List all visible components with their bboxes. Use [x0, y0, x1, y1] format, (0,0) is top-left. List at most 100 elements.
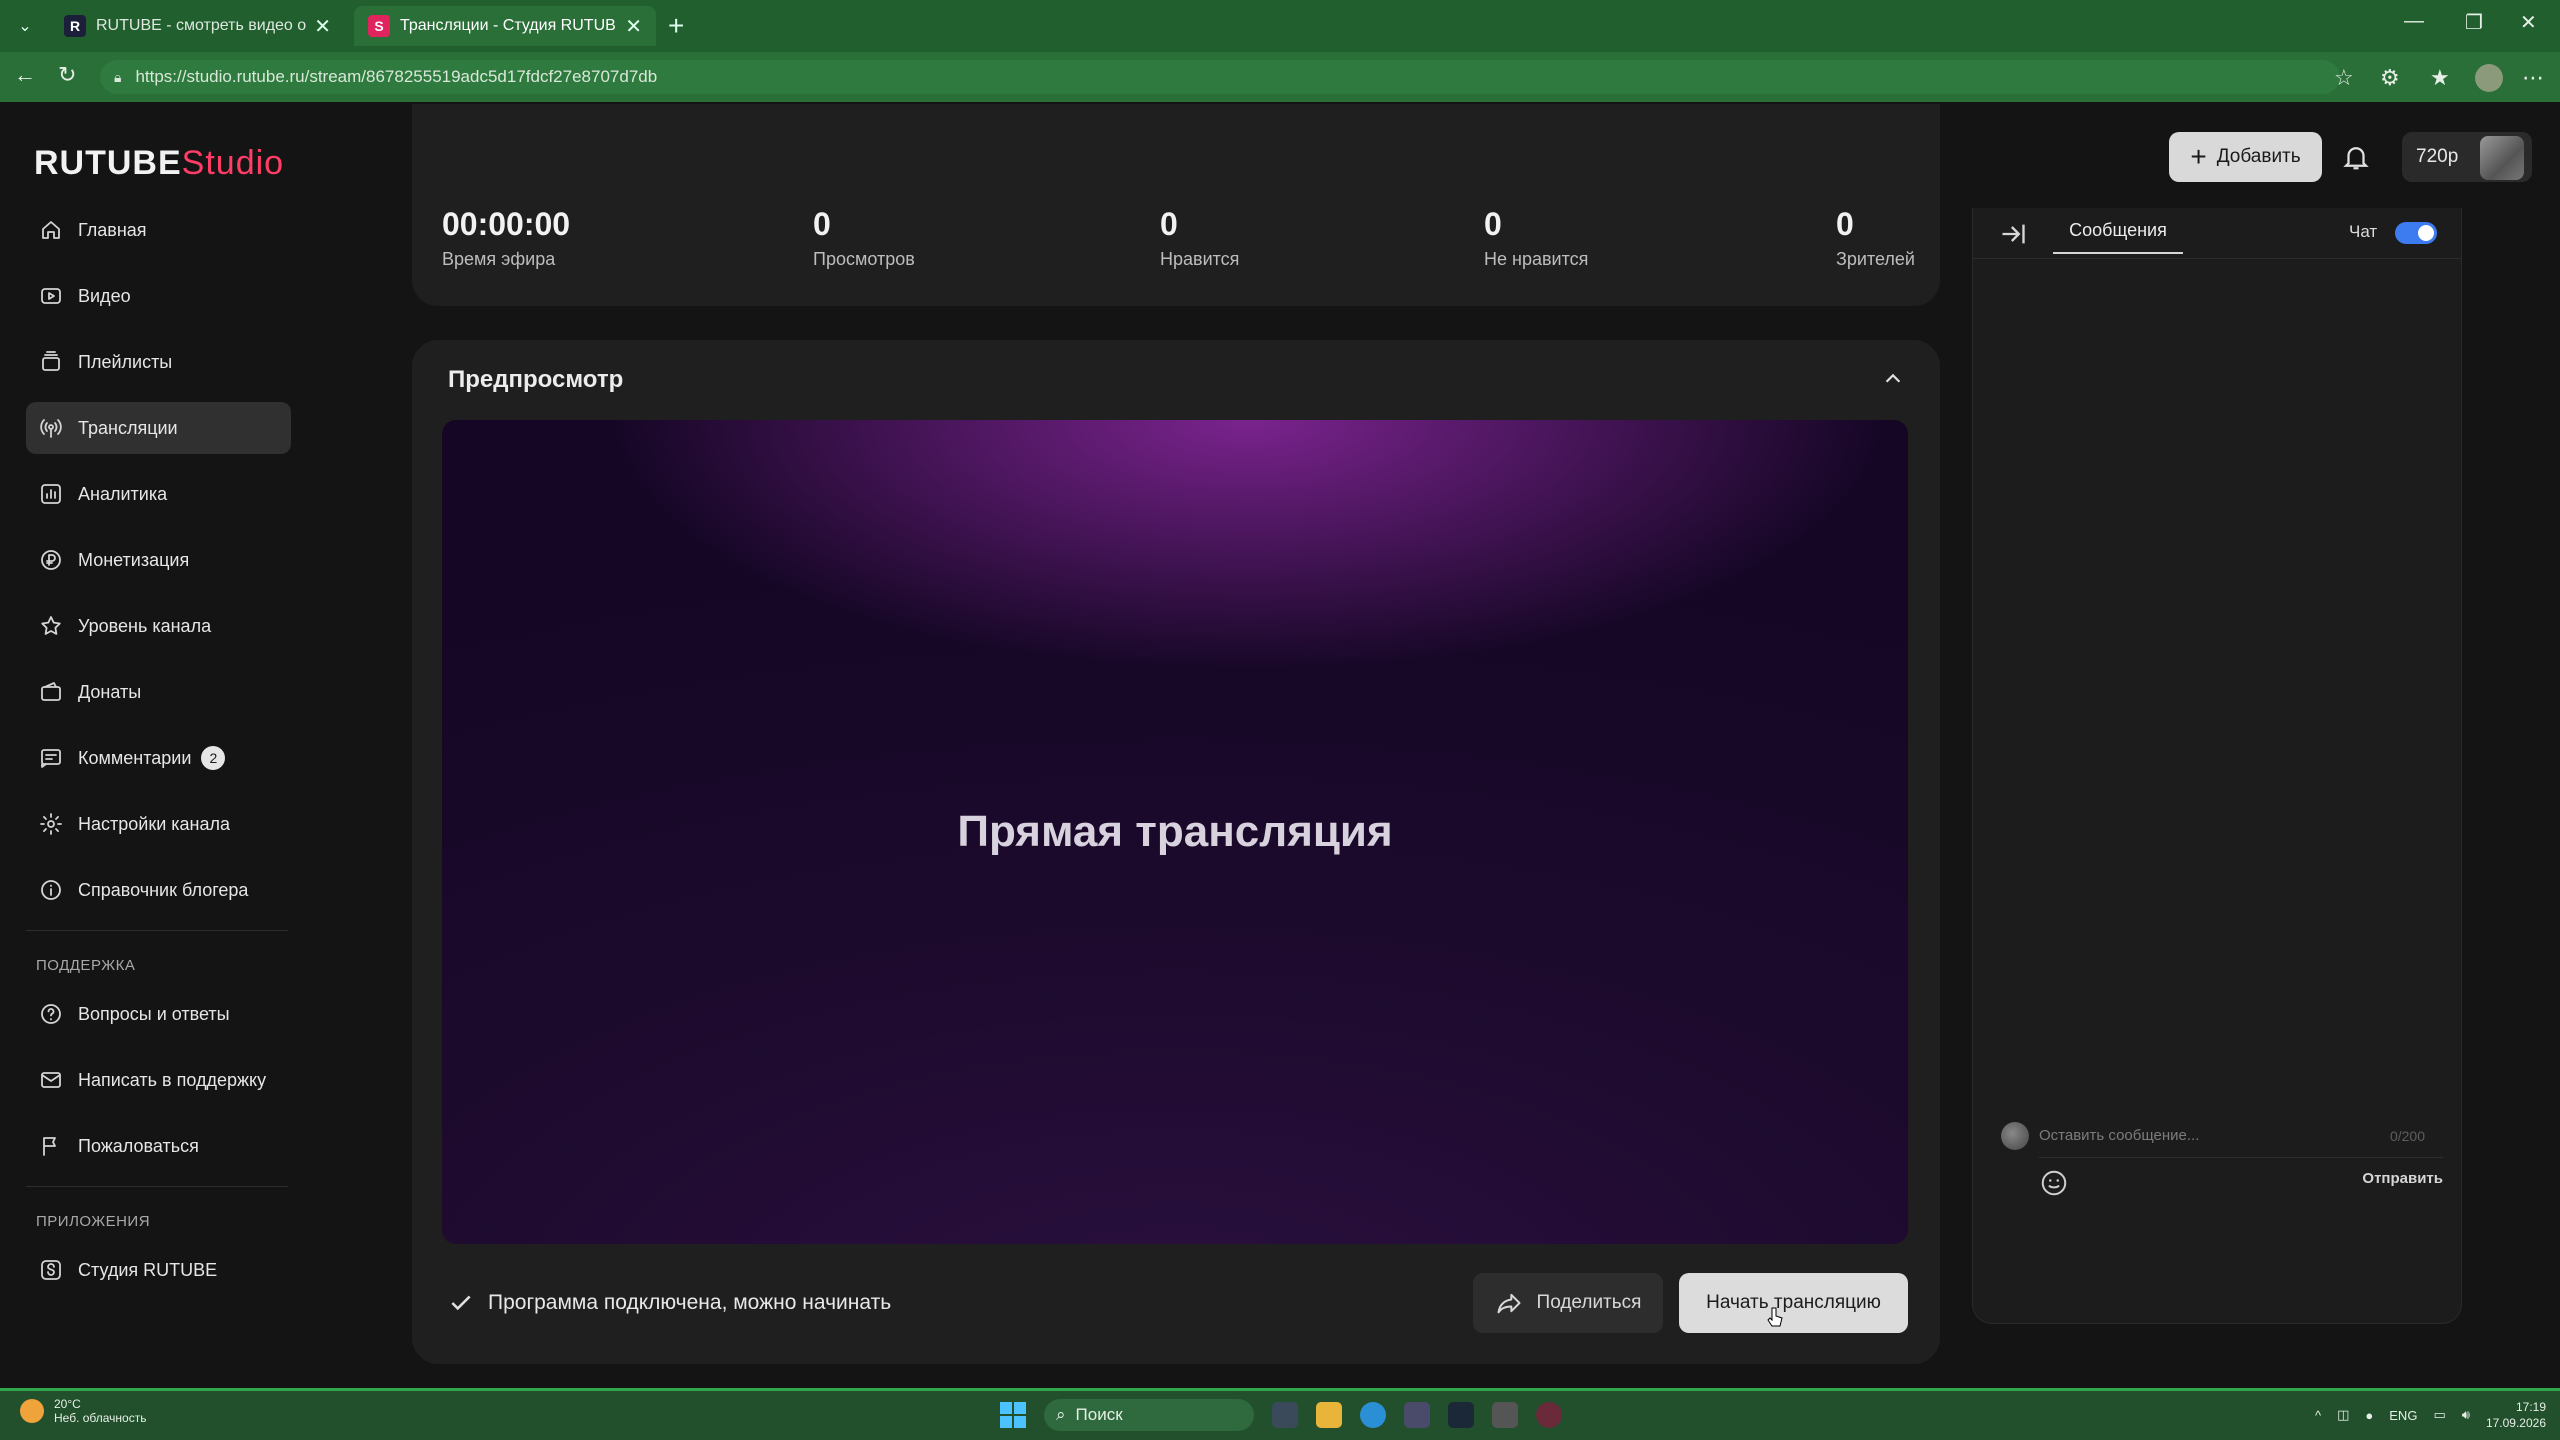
sidebar-item-label: Вопросы и ответы: [78, 1003, 230, 1024]
sidebar-item-analytics[interactable]: Аналитика: [26, 468, 291, 520]
sidebar-item-label: Настройки канала: [78, 813, 231, 834]
stat-value: 0: [1836, 206, 1854, 242]
start-button-icon[interactable]: [1000, 1402, 1026, 1428]
preview-panel: Предпросмотр Прямая трансляция Программа…: [412, 340, 1940, 1364]
analytics-icon: [38, 481, 64, 507]
back-icon[interactable]: ←: [14, 62, 36, 88]
network-icon[interactable]: ◫: [2337, 1407, 2349, 1423]
sidebar-item-label: Плейлисты: [78, 351, 173, 372]
browser-tab-rutube[interactable]: R RUTUBE - смотреть видео онлайн ✕: [50, 6, 345, 46]
app-icon[interactable]: [1536, 1402, 1562, 1428]
browser-profile-avatar[interactable]: [2475, 64, 2503, 92]
weather-icon: [20, 1399, 44, 1423]
steam-icon[interactable]: [1448, 1402, 1474, 1428]
quality-label: 720p: [2416, 146, 2459, 167]
tray-expand-icon[interactable]: ^: [2315, 1408, 2321, 1423]
stream-preview-video[interactable]: Прямая трансляция: [442, 420, 1908, 1244]
sidebar-item-wallet[interactable]: Донаты: [26, 666, 291, 718]
search-icon: ⌕: [1056, 1405, 1066, 1424]
question-icon: [38, 1001, 64, 1027]
profile-menu[interactable]: 720p: [2402, 132, 2532, 182]
close-window-icon[interactable]: ✕: [2520, 10, 2537, 35]
new-tab-icon[interactable]: +: [668, 10, 684, 42]
star-icon: [38, 613, 64, 639]
sidebar-item-mail[interactable]: Написать в поддержку: [26, 1054, 291, 1106]
chat-message-input[interactable]: Оставить сообщение... 0/200: [2039, 1114, 2443, 1158]
sidebar-item-studio[interactable]: Студия RUTUBE: [26, 1244, 291, 1296]
weather-text: Неб. облачность: [54, 1411, 147, 1425]
chat-divider: [1973, 258, 2461, 259]
display-icon[interactable]: ▭: [2433, 1407, 2445, 1423]
tab-list-button[interactable]: ⌄: [8, 11, 42, 41]
url-field[interactable]: 🔒︎ https://studio.rutube.ru/stream/86782…: [100, 60, 2340, 94]
app-icon[interactable]: [1492, 1402, 1518, 1428]
more-options-icon[interactable]: ⋯: [2522, 65, 2544, 91]
weather-widget[interactable]: 20°C Неб. облачность: [20, 1397, 146, 1425]
rutube-favicon-icon: R: [64, 15, 86, 37]
sidebar-item-label: Монетизация: [78, 549, 190, 570]
edge-browser-icon[interactable]: [1360, 1402, 1386, 1428]
minimize-icon[interactable]: —: [2404, 10, 2424, 33]
clock[interactable]: 17:19 17.09.2026: [2486, 1399, 2546, 1431]
info-icon: [38, 877, 64, 903]
sidebar-item-gear[interactable]: Настройки канала: [26, 798, 291, 850]
mail-icon: [38, 1067, 64, 1093]
sidebar-item-flag[interactable]: Пожаловаться: [26, 1120, 291, 1172]
windows-taskbar: 20°C Неб. облачность ⌕ Поиск ^ ◫ ● ENG ▭…: [0, 1388, 2560, 1440]
restore-icon[interactable]: ❐: [2465, 10, 2483, 35]
sidebar-item-video[interactable]: Видео: [26, 270, 291, 322]
file-explorer-icon[interactable]: [1316, 1402, 1342, 1428]
tab-messages-label: Сообщения: [2069, 219, 2167, 240]
page-scrollbar[interactable]: [2544, 208, 2546, 1388]
browser-tab-studio[interactable]: S Трансляции - Студия RUTUBE ✕: [354, 6, 656, 46]
check-icon: [451, 1295, 471, 1311]
sidebar-item-ruble[interactable]: Монетизация: [26, 534, 291, 586]
video-placeholder-text: Прямая трансляция: [957, 807, 1393, 856]
tab-messages[interactable]: Сообщения: [2053, 208, 2183, 254]
sidebar-item-question[interactable]: Вопросы и ответы: [26, 988, 291, 1040]
sidebar-item-home[interactable]: Главная: [26, 204, 291, 256]
collapse-chat-icon[interactable]: [1999, 220, 2027, 248]
chevron-up-icon[interactable]: [1882, 368, 1904, 390]
close-tab-icon[interactable]: ✕: [625, 14, 642, 39]
favorites-icon[interactable]: ★: [2430, 65, 2450, 91]
send-button[interactable]: Отправить: [2362, 1170, 2443, 1187]
stat-value: 0: [1484, 206, 1502, 242]
emoji-icon[interactable]: [2039, 1168, 2069, 1198]
taskbar-search[interactable]: ⌕ Поиск: [1044, 1399, 1254, 1431]
lock-icon: 🔒︎: [114, 68, 122, 85]
plus-icon: +: [2190, 141, 2207, 172]
start-stream-button[interactable]: Начать трансляцию: [1679, 1273, 1908, 1333]
share-icon: [1497, 1293, 1521, 1314]
sidebar-item-label: Пожаловаться: [78, 1135, 199, 1156]
sidebar-item-comment[interactable]: Комментарии 2: [26, 732, 291, 784]
language-indicator[interactable]: ENG: [2389, 1408, 2417, 1423]
share-button-label: Поделиться: [1536, 1292, 1642, 1313]
task-view-icon[interactable]: [1272, 1402, 1298, 1428]
bookmark-star-icon[interactable]: ☆: [2334, 65, 2354, 91]
sidebar-item-label: Видео: [78, 285, 131, 306]
tab-title: RUTUBE - смотреть видео онлайн: [96, 17, 307, 34]
sidebar-item-star[interactable]: Уровень канала: [26, 600, 291, 652]
sidebar-item-playlist[interactable]: Плейлисты: [26, 336, 291, 388]
rutube-studio-logo[interactable]: RUTUBEStudio: [34, 144, 284, 183]
apps-heading: ПРИЛОЖЕНИЯ: [36, 1213, 151, 1230]
store-icon[interactable]: [1404, 1402, 1430, 1428]
temperature: 20°C: [54, 1397, 81, 1411]
extensions-icon[interactable]: ⚙︎: [2380, 65, 2400, 91]
volume-icon[interactable]: 🔊︎: [2462, 1407, 2470, 1423]
browser-address-bar: ← ↻ 🔒︎ https://studio.rutube.ru/stream/8…: [0, 52, 2560, 102]
mic-icon[interactable]: ●: [2365, 1408, 2373, 1423]
reload-icon[interactable]: ↻: [58, 62, 76, 88]
stat-likes: 0 Нравится: [1160, 206, 1239, 270]
stat-label: Зрителей: [1836, 249, 1915, 269]
sidebar-item-info[interactable]: Справочник блогера: [26, 864, 291, 916]
channel-avatar[interactable]: [2480, 136, 2524, 180]
share-button[interactable]: Поделиться: [1473, 1273, 1663, 1333]
sidebar-item-broadcast[interactable]: Трансляции: [26, 402, 291, 454]
chat-toggle[interactable]: [2395, 222, 2437, 244]
add-button[interactable]: + Добавить: [2169, 132, 2322, 182]
notifications-bell-icon[interactable]: [2341, 141, 2371, 173]
chat-toggle-label: Чат: [2349, 222, 2378, 241]
close-tab-icon[interactable]: ✕: [314, 14, 331, 39]
